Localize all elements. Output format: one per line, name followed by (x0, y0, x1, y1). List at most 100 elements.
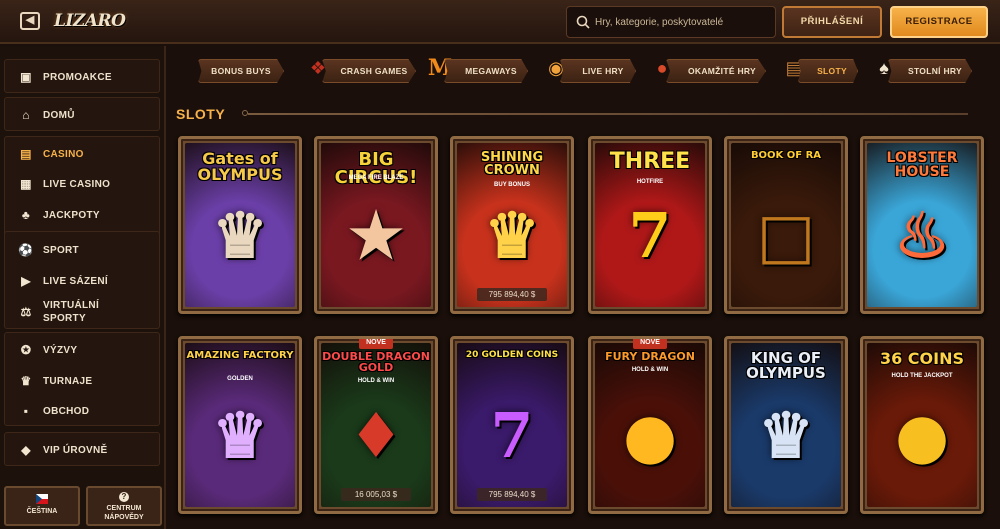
game-title: DOUBLE DRAGON GOLD (322, 350, 430, 374)
game-title: FURY DRAGON (605, 350, 695, 363)
game-tile[interactable]: THREE HOTFIRE 7 (588, 136, 712, 314)
language-button[interactable]: ČEŠTINA (4, 486, 80, 526)
sidebar-item-domu[interactable]: ⌂ DOMŮ (5, 101, 161, 129)
sidebar-item-jackpoty[interactable]: ♣ JACKPOTY (5, 201, 161, 229)
sidebar-item-label: LIVE SÁZENÍ (43, 275, 108, 287)
sidebar-item-promoakce[interactable]: ▣ PROMOAKCE (5, 63, 161, 91)
game-illustration: ● (622, 399, 678, 472)
sidebar-item-vyzvy[interactable]: ✪ VÝZVY (5, 336, 161, 364)
game-illustration: ♨ (894, 199, 950, 272)
search-input[interactable] (595, 7, 773, 37)
game-illustration: ● (894, 399, 950, 472)
game-artwork: SHINING CROWN BUY BONUS ♛ 795 894,40 $ (457, 143, 567, 307)
game-illustration: 7 (628, 199, 672, 272)
sidebar-item-virtualni-sporty[interactable]: ⚖ VIRTUÁLNÍ SPORTY (5, 297, 161, 327)
sidebar-group-promo: ▣ PROMOAKCE (4, 59, 160, 93)
sidebar-item-label-wrap: VIRTUÁLNÍ SPORTY (43, 299, 99, 325)
shop-bag-icon: ▪ (23, 404, 29, 418)
top-header: ◀ LIZARO PŘIHLÁŠENÍ REGISTRACE (0, 0, 1000, 44)
game-tile[interactable]: DOUBLE DRAGON GOLD HOLD & WIN ♦ 16 005,03 $… (314, 336, 438, 514)
game-artwork: BIG CIRCUS! MEGA FIRE BLAZE ★ (321, 143, 431, 307)
casino-icon: ▤ (20, 147, 32, 161)
sidebar-item-label: SPORT (43, 244, 79, 256)
category-live-hry[interactable]: LIVE HRY (560, 59, 636, 83)
sidebar-item-live-sazeni[interactable]: ▶ LIVE SÁZENÍ (5, 267, 161, 295)
category-crash-games[interactable]: CRASH GAMES (322, 59, 416, 83)
jackpot-amount: 16 005,03 $ (341, 488, 411, 501)
category-megaways[interactable]: MEGAWAYS (444, 59, 528, 83)
game-tile[interactable]: FURY DRAGON HOLD & WIN ● NOVÉ (588, 336, 712, 514)
game-title: Gates of OLYMPUS (197, 149, 283, 184)
sidebar-item-live-casino[interactable]: ▦ LIVE CASINO (5, 170, 161, 198)
game-artwork: Gates of OLYMPUS ♛ (185, 143, 295, 307)
trophy-icon: ♛ (20, 374, 32, 388)
game-subtitle: BUY BONUS (494, 182, 530, 189)
game-artwork: THREE HOTFIRE 7 (595, 143, 705, 307)
help-icon: ? (119, 492, 129, 502)
game-title: SHINING CROWN (480, 150, 544, 178)
game-tile[interactable]: AMAZING FACTORY GOLDEN ♛ (178, 336, 302, 514)
game-illustration: ♛ (484, 199, 540, 272)
home-icon: ⌂ (22, 108, 30, 122)
category-bonus-buys[interactable]: BONUS BUYS (198, 59, 284, 83)
game-illustration: □ (756, 199, 816, 272)
cards-icon: ▦ (20, 177, 32, 191)
category-okamzite-hry[interactable]: OKAMŽITÉ HRY (666, 59, 766, 83)
medal-icon: ✪ (20, 343, 32, 357)
jackpot-amount: 795 894,40 $ (477, 288, 547, 301)
category-stolni-hry[interactable]: STOLNÍ HRY (888, 59, 972, 83)
category-label: LIVE HRY (582, 66, 624, 76)
sidebar-item-casino[interactable]: ▤ CASINO (5, 140, 161, 168)
game-artwork: BOOK OF RA □ (731, 143, 841, 307)
sidebar-item-obchod[interactable]: ▪ OBCHOD (5, 397, 161, 425)
sidebar-group-vip: ◆ VIP ÚROVNĚ (4, 432, 160, 466)
sidebar-collapse-icon[interactable]: ◀ (20, 12, 40, 30)
game-artwork: FURY DRAGON HOLD & WIN ● (595, 343, 705, 507)
game-tile[interactable]: 20 GOLDEN COINS 7 795 894,40 $ (450, 336, 574, 514)
sidebar-item-label: VIP ÚROVNĚ (43, 444, 108, 456)
sidebar-item-turnaje[interactable]: ♛ TURNAJE (5, 367, 161, 395)
sidebar-item-label: VÝZVY (43, 344, 78, 356)
sidebar-item-vip[interactable]: ◆ VIP ÚROVNĚ (5, 436, 161, 464)
login-button[interactable]: PŘIHLÁŠENÍ (782, 6, 882, 38)
category-sloty[interactable]: SLOTY (798, 59, 858, 83)
help-center-button[interactable]: ? CENTRUM NÁPOVĚDY (86, 486, 162, 526)
game-tile[interactable]: SHINING CROWN BUY BONUS ♛ 795 894,40 $ (450, 136, 574, 314)
new-badge: NOVÉ (359, 339, 393, 349)
search-icon (576, 15, 590, 29)
game-illustration: ♦ (348, 399, 404, 472)
sidebar-item-label-2: SPORTY (43, 313, 86, 324)
register-button[interactable]: REGISTRACE (890, 6, 988, 38)
soccer-icon: ⚽ (18, 243, 34, 257)
category-label: STOLNÍ HRY (907, 66, 962, 76)
jackpot-amount: 795 894,40 $ (477, 488, 547, 501)
game-title: THREE (609, 149, 691, 174)
game-tile[interactable]: BOOK OF RA □ (724, 136, 848, 314)
game-artwork: AMAZING FACTORY GOLDEN ♛ (185, 343, 295, 507)
game-tile[interactable]: BIG CIRCUS! MEGA FIRE BLAZE ★ (314, 136, 438, 314)
game-artwork: 36 COINS HOLD THE JACKPOT ● (867, 343, 977, 507)
sidebar-item-label: VIRTUÁLNÍ (43, 300, 100, 311)
sidebar-item-label: DOMŮ (43, 109, 75, 121)
new-badge: NOVÉ (633, 339, 667, 349)
search-box[interactable] (566, 6, 776, 38)
category-label: SLOTY (817, 66, 847, 76)
game-tile[interactable]: LOBSTER HOUSE ♨ (860, 136, 984, 314)
game-title: BIG CIRCUS! (334, 149, 418, 188)
game-illustration: ♛ (212, 199, 268, 272)
game-title: KING OF OLYMPUS (746, 349, 826, 382)
game-subtitle: HOTFIRE (636, 179, 664, 186)
logo[interactable]: LIZARO (54, 5, 126, 37)
game-subtitle: HOLD THE JACKPOT (891, 372, 953, 379)
game-tile[interactable]: KING OF OLYMPUS ♛ (724, 336, 848, 514)
sidebar: ▣ PROMOAKCE ⌂ DOMŮ ▤ CASINO ▦ LIVE CASIN… (0, 46, 166, 529)
sidebar-group-home: ⌂ DOMŮ (4, 97, 160, 131)
game-subtitle: HOLD & WIN (631, 367, 669, 374)
game-title: BOOK OF RA (750, 150, 822, 161)
game-tile[interactable]: 36 COINS HOLD THE JACKPOT ● (860, 336, 984, 514)
sidebar-item-sport[interactable]: ⚽ SPORT (5, 236, 161, 264)
virtual-sports-icon: ⚖ (20, 305, 32, 319)
section-title: SLOTY (176, 106, 226, 122)
game-tile[interactable]: Gates of OLYMPUS ♛ (178, 136, 302, 314)
sidebar-item-label: CASINO (43, 148, 84, 160)
